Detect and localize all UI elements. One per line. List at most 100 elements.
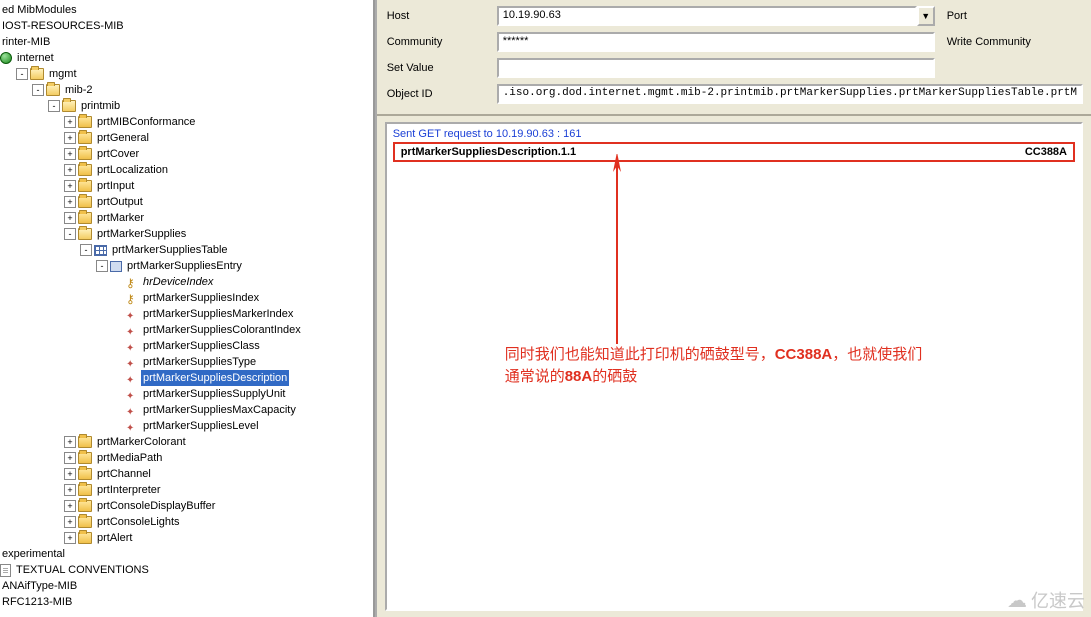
tree-item[interactable]: prtConsoleDisplayBuffer [95,498,217,514]
community-label: Community [387,36,497,48]
tree-experimental[interactable]: experimental [0,546,67,562]
tree-item[interactable]: prtAlert [95,530,134,546]
key-icon [126,292,138,304]
leaf-icon [126,340,138,352]
expander-icon[interactable]: - [96,260,108,272]
expander-icon[interactable]: - [64,228,76,240]
tree-item[interactable]: prtMarkerColorant [95,434,188,450]
leaf-icon [126,356,138,368]
expander-icon[interactable]: + [64,212,76,224]
folder-closed-icon [78,164,92,176]
mib-tree-panel: ed MibModules IOST-RESOURCES-MIB rinter-… [0,0,375,617]
leaf-icon [126,372,138,384]
expander-icon[interactable]: + [64,452,76,464]
host-dropdown-button[interactable]: ▼ [917,6,935,26]
expander-icon[interactable]: + [64,436,76,448]
tree-item[interactable]: prtCover [95,146,141,162]
folder-closed-icon [78,180,92,192]
folder-closed-icon [78,196,92,208]
expander-icon[interactable]: - [16,68,28,80]
tree-item[interactable]: prtMarker [95,210,146,226]
expander-icon[interactable]: + [64,484,76,496]
tree-item[interactable]: prtMarkerSuppliesTable [110,242,230,258]
expander-icon[interactable]: + [64,164,76,176]
host-label: Host [387,10,497,22]
expander-icon[interactable]: + [64,500,76,512]
folder-open-icon [78,228,92,240]
tree-item[interactable]: prtMIBConformance [95,114,197,130]
tree-leaf[interactable]: prtMarkerSuppliesColorantIndex [141,322,303,338]
tree-item[interactable]: prtMarkerSupplies [95,226,188,242]
tree-internet[interactable]: internet [15,50,56,66]
expander-icon[interactable]: + [64,148,76,160]
right-panel: Host 10.19.90.63 ▼ Port Community ******… [375,0,1091,617]
cloud-icon: ☁ [1007,588,1027,613]
tree-item[interactable]: prtConsoleLights [95,514,182,530]
folder-open-icon [46,84,60,96]
tree-mgmt[interactable]: mgmt [47,66,79,82]
tree-rfc1213[interactable]: RFC1213-MIB [0,594,74,610]
folder-open-icon [30,68,44,80]
expander-icon[interactable]: + [64,468,76,480]
tree-printer-mib[interactable]: rinter-MIB [0,34,52,50]
tree-leaf[interactable]: prtMarkerSuppliesClass [141,338,262,354]
tree-root[interactable]: ed MibModules [0,2,79,18]
leaf-icon [126,420,138,432]
leaf-icon [126,404,138,416]
expander-icon[interactable]: + [64,132,76,144]
expander-icon[interactable]: + [64,532,76,544]
tree-item[interactable]: prtMediaPath [95,450,164,466]
tree-leaf[interactable]: hrDeviceIndex [141,274,215,290]
tree-leaf[interactable]: prtMarkerSuppliesMarkerIndex [141,306,295,322]
tree-host-res[interactable]: IOST-RESOURCES-MIB [0,18,126,34]
mib-tree[interactable]: ed MibModules IOST-RESOURCES-MIB rinter-… [0,2,373,610]
expander-icon[interactable]: - [32,84,44,96]
tree-printmib[interactable]: printmib [79,98,122,114]
result-row[interactable]: prtMarkerSuppliesDescription.1.1 CC388A [393,142,1075,162]
expander-icon[interactable]: - [48,100,60,112]
snmp-form: Host 10.19.90.63 ▼ Port Community ******… [377,0,1091,116]
tree-leaf[interactable]: prtMarkerSuppliesIndex [141,290,261,306]
tree-item[interactable]: prtLocalization [95,162,170,178]
leaf-icon [126,324,138,336]
tree-leaf[interactable]: prtMarkerSuppliesType [141,354,258,370]
folder-closed-icon [78,516,92,528]
tree-item[interactable]: prtInterpreter [95,482,163,498]
tree-iana[interactable]: ANAifType-MIB [0,578,79,594]
expander-icon[interactable]: - [80,244,92,256]
tree-leaf[interactable]: prtMarkerSuppliesLevel [141,418,261,434]
globe-icon [0,52,12,64]
objectid-label: Object ID [387,88,497,100]
folder-open-icon [62,100,76,112]
tree-textual-conv[interactable]: TEXTUAL CONVENTIONS [14,562,151,578]
host-input[interactable]: 10.19.90.63 [497,6,917,26]
tree-item[interactable]: prtOutput [95,194,145,210]
table-icon [94,245,107,256]
setvalue-input[interactable] [497,58,935,78]
folder-closed-icon [78,484,92,496]
expander-icon[interactable]: + [64,196,76,208]
expander-icon[interactable]: + [64,516,76,528]
annotation-arrow-icon [587,154,647,354]
expander-icon[interactable]: + [64,180,76,192]
port-label: Port [947,10,967,22]
tree-leaf[interactable]: prtMarkerSuppliesSupplyUnit [141,386,287,402]
document-icon [0,564,11,577]
community-input[interactable]: ****** [497,32,935,52]
watermark: ☁ 亿速云 [1007,587,1085,613]
objectid-input[interactable]: .iso.org.dod.internet.mgmt.mib-2.printmi… [497,84,1083,104]
tree-leaf[interactable]: prtMarkerSuppliesMaxCapacity [141,402,298,418]
tree-item[interactable]: prtGeneral [95,130,151,146]
expander-icon[interactable]: + [64,116,76,128]
folder-closed-icon [78,132,92,144]
tree-item[interactable]: prtChannel [95,466,153,482]
entry-icon [110,261,122,272]
folder-closed-icon [78,212,92,224]
tree-mib2[interactable]: mib-2 [63,82,95,98]
tree-leaf-selected[interactable]: prtMarkerSuppliesDescription [141,370,289,386]
write-community-label: Write Community [947,36,1031,48]
folder-closed-icon [78,532,92,544]
tree-item[interactable]: prtInput [95,178,136,194]
tree-item[interactable]: prtMarkerSuppliesEntry [125,258,244,274]
leaf-icon [126,308,138,320]
